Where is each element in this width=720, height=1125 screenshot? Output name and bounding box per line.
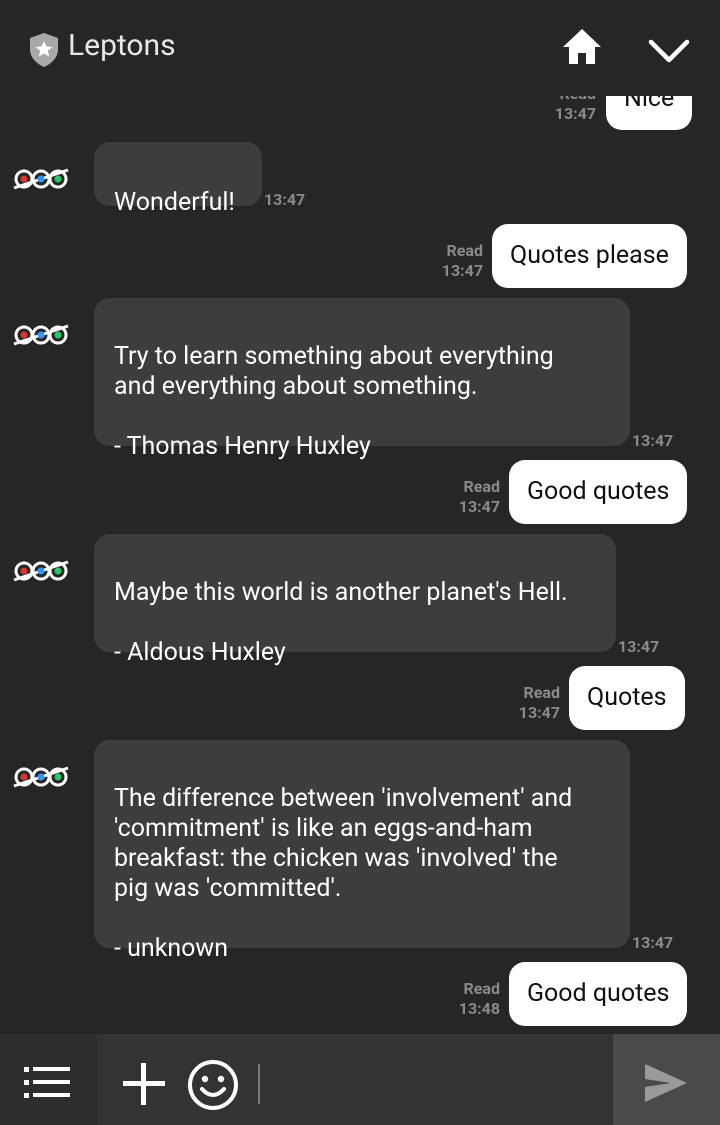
message-time: 13:47 [632, 431, 674, 450]
shield-star-icon [30, 33, 58, 67]
composer-bar [0, 1034, 720, 1125]
chat-screen: Read 13:47 Nice Wonderful! 13:47 Read 13… [0, 0, 720, 1125]
message-meta: Read 13:47 [506, 683, 560, 723]
bot-avatar-icon[interactable] [12, 762, 70, 792]
message-input[interactable] [262, 1044, 611, 1116]
home-icon[interactable] [560, 26, 604, 70]
incoming-message[interactable]: Try to learn something about everything … [94, 298, 630, 461]
menu-button[interactable] [0, 1034, 97, 1125]
message-time: 13:47 [618, 637, 660, 656]
send-button[interactable] [613, 1034, 720, 1125]
outgoing-message[interactable]: Quotes [569, 666, 685, 730]
outgoing-message[interactable]: Good quotes [509, 460, 688, 524]
app-header: Leptons [0, 0, 720, 96]
list-icon [24, 1067, 70, 1098]
message-text: Quotes [587, 683, 667, 712]
chevron-down-icon[interactable] [646, 32, 692, 72]
incoming-message[interactable]: Maybe this world is another planet's Hel… [94, 534, 616, 667]
message-meta: Read 13:47 [430, 241, 483, 281]
read-status: Read [463, 979, 500, 998]
message-text: Good quotes [527, 477, 670, 506]
message-time: 13:47 [554, 104, 596, 123]
outgoing-message[interactable]: Quotes please [492, 224, 687, 288]
send-icon [645, 1064, 687, 1102]
message-time: 13:47 [518, 703, 560, 722]
bot-avatar-icon[interactable] [12, 556, 70, 586]
read-status: Read [446, 241, 483, 260]
bot-avatar-icon[interactable] [12, 320, 70, 350]
message-text: Quotes please [510, 241, 669, 270]
message-time: 13:47 [458, 497, 500, 516]
page-title: Leptons [68, 28, 176, 63]
message-meta: Read 13:48 [446, 979, 500, 1019]
message-time: 13:47 [264, 190, 306, 209]
bot-avatar-icon[interactable] [12, 164, 70, 194]
message-text: Maybe this world is another planet's Hel… [114, 578, 568, 667]
incoming-message[interactable]: The difference between 'involvement' and… [94, 740, 630, 963]
message-time: 13:47 [632, 933, 674, 952]
text-cursor [258, 1064, 260, 1104]
message-text: The difference between 'involvement' and… [114, 784, 573, 963]
message-meta: Read 13:47 [446, 477, 500, 517]
message-text: Good quotes [527, 979, 670, 1008]
message-time: 13:47 [441, 261, 483, 280]
message-text: Wonderful! [114, 188, 235, 217]
message-list[interactable]: Read 13:47 Nice Wonderful! 13:47 Read 13… [0, 0, 720, 1034]
read-status: Read [463, 477, 500, 496]
smiley-icon[interactable] [186, 1058, 240, 1112]
incoming-message[interactable]: Wonderful! [94, 142, 262, 217]
plus-icon[interactable] [120, 1060, 168, 1108]
read-status: Read [523, 683, 560, 702]
message-time: 13:48 [458, 999, 500, 1018]
outgoing-message[interactable]: Good quotes [509, 962, 688, 1026]
message-text: Try to learn something about everything … [114, 342, 554, 461]
